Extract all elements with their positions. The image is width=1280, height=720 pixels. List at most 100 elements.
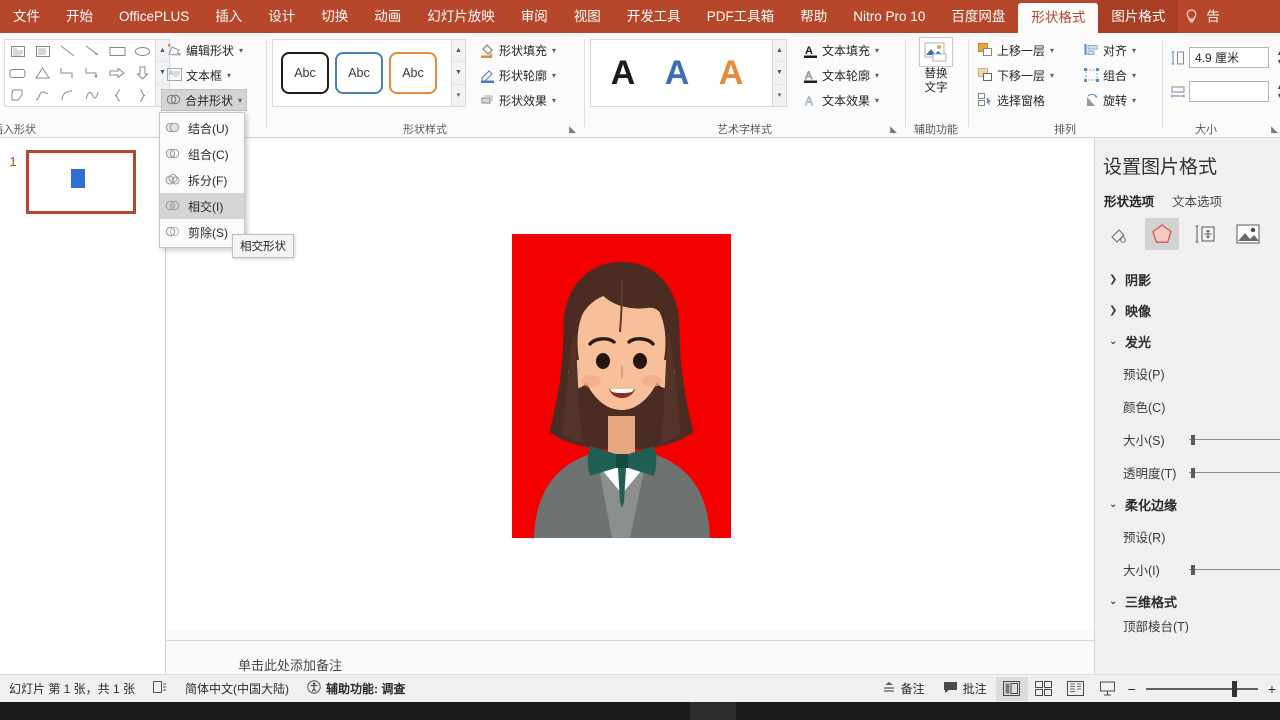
shape-height-spinner[interactable]: ▲▼	[1273, 47, 1280, 68]
shape-width-spinner[interactable]: ▲▼	[1273, 81, 1280, 102]
shape-triangle-icon[interactable]	[30, 62, 55, 84]
selection-pane-button[interactable]: 选择窗格	[974, 89, 1049, 111]
ribbon-tab-developer[interactable]: 开发工具	[614, 0, 694, 33]
merge-shapes-dropdown[interactable]: 结合(U) 组合(C) 拆分(F) 相交(I) 剪除(S)	[159, 112, 245, 248]
group-button[interactable]: 组合 ▾	[1080, 64, 1140, 86]
shape-textbox-icon[interactable]	[5, 40, 30, 62]
wordart-style-scroll[interactable]: ▲ ▼ ▾	[773, 39, 787, 107]
shape-down-arrow-icon[interactable]	[130, 62, 155, 84]
ribbon-tab-pdf-toolbox[interactable]: PDF工具箱	[694, 0, 788, 33]
wordart-style-gallery[interactable]: A A A	[590, 39, 773, 107]
chevron-down-icon[interactable]: ▾	[238, 96, 242, 105]
merge-shapes-button[interactable]: 合并形状 ▾	[161, 89, 247, 111]
shape-arrow-icon[interactable]	[80, 40, 105, 62]
ribbon-tab-officeplus[interactable]: OfficePLUS	[106, 0, 202, 33]
picture-icon[interactable]	[1231, 218, 1265, 250]
text-fill-button[interactable]: A 文本填充 ▾	[799, 39, 883, 61]
slider-knob[interactable]	[1191, 565, 1195, 575]
shape-width-input[interactable]	[1189, 81, 1269, 102]
chevron-down-icon[interactable]: ▾	[875, 96, 879, 105]
chevron-down-icon[interactable]: ⌄	[1109, 596, 1117, 607]
taskbar-item[interactable]	[690, 702, 736, 720]
shape-vertical-textbox-icon[interactable]	[30, 40, 55, 62]
shape-style-thumb[interactable]: Abc	[281, 52, 329, 94]
wordart-style-thumb[interactable]: A	[707, 50, 755, 96]
rotate-button[interactable]: 旋转 ▾	[1080, 89, 1140, 111]
notes-placeholder[interactable]: 单击此处添加备注	[238, 655, 342, 674]
gallery-more-icon[interactable]: ▾	[452, 85, 465, 106]
slide-thumbnail-1[interactable]	[26, 150, 136, 214]
shape-line-icon[interactable]	[55, 40, 80, 62]
normal-view-icon[interactable]	[996, 677, 1028, 701]
panel-tab-text-options[interactable]: 文本选项	[1172, 191, 1222, 210]
glow-transparency-slider[interactable]	[1189, 466, 1280, 480]
shape-style-thumb[interactable]: Abc	[389, 52, 437, 94]
ribbon-tab-file[interactable]: 文件	[0, 0, 53, 33]
chevron-down-icon[interactable]: ▾	[1132, 46, 1136, 55]
shape-freeform-icon[interactable]	[5, 84, 30, 106]
alt-text-button[interactable]: 替换 文字	[907, 37, 965, 95]
section-shadow[interactable]: ❯ 阴影	[1095, 264, 1280, 295]
notes-button[interactable]: 备注	[873, 680, 934, 697]
shape-oval-icon[interactable]	[130, 40, 155, 62]
chevron-down-icon[interactable]: ▾	[1050, 46, 1054, 55]
accessibility-item[interactable]: 辅助功能: 调查	[298, 680, 414, 697]
zoom-in-button[interactable]: +	[1264, 681, 1280, 697]
shape-elbow-connector-icon[interactable]	[55, 62, 80, 84]
wordart-styles-dialog-launcher[interactable]: ◣	[890, 124, 897, 135]
shape-style-gallery[interactable]: Abc Abc Abc	[272, 39, 452, 107]
ribbon-tab-shape-format[interactable]: 形状格式	[1018, 3, 1098, 33]
chevron-down-icon[interactable]: ▾	[875, 46, 879, 55]
lightbulb-icon[interactable]	[1178, 0, 1204, 33]
chevron-down-icon[interactable]: ▾	[552, 96, 556, 105]
shape-gallery[interactable]	[4, 39, 156, 107]
soft-edges-size-row[interactable]: 大小(I)	[1095, 553, 1280, 586]
merge-intersect-item[interactable]: 相交(I)	[160, 193, 244, 219]
chevron-down-icon[interactable]: ▾	[239, 46, 243, 55]
section-reflection[interactable]: ❯ 映像	[1095, 295, 1280, 326]
slide-canvas[interactable]	[168, 140, 1156, 630]
slideshow-view-icon[interactable]	[1092, 677, 1124, 701]
ribbon-tab-baidu-netdisk[interactable]: 百度网盘	[938, 0, 1018, 33]
shape-fill-button[interactable]: 形状填充 ▾	[476, 39, 560, 61]
zoom-out-button[interactable]: −	[1124, 681, 1140, 697]
ribbon-tab-review[interactable]: 审阅	[508, 0, 561, 33]
reading-view-icon[interactable]	[1060, 677, 1092, 701]
glow-size-slider[interactable]	[1189, 433, 1280, 447]
size-dialog-launcher[interactable]: ◣	[1271, 124, 1278, 135]
chevron-right-icon[interactable]: ❯	[1109, 274, 1117, 285]
gallery-scroll-up-icon[interactable]: ▲	[773, 40, 786, 62]
glow-preset-row[interactable]: 预设(P)	[1095, 357, 1280, 390]
ribbon-tab-transitions[interactable]: 切换	[308, 0, 361, 33]
wordart-style-thumb[interactable]: A	[653, 50, 701, 96]
ribbon-tab-design[interactable]: 设计	[255, 0, 308, 33]
merge-union-item[interactable]: 结合(U)	[160, 115, 244, 141]
shape-rounded-rectangle-icon[interactable]	[5, 62, 30, 84]
language-item[interactable]: 简体中文(中国大陆)	[176, 680, 298, 697]
size-properties-icon[interactable]	[1188, 218, 1222, 250]
chevron-down-icon[interactable]: ⌄	[1109, 336, 1117, 347]
ribbon-tab-home[interactable]: 开始	[53, 0, 106, 33]
text-effects-button[interactable]: A 文本效果 ▾	[799, 89, 883, 111]
ribbon-tab-picture-format[interactable]: 图片格式	[1098, 0, 1178, 33]
shape-height-input[interactable]: 4.9 厘米	[1189, 47, 1269, 68]
slide-count-item[interactable]: 幻灯片 第 1 张，共 1 张	[0, 680, 144, 697]
zoom-knob[interactable]	[1232, 681, 1237, 697]
tell-me-label[interactable]: 告	[1204, 0, 1222, 33]
chevron-down-icon[interactable]: ▾	[1132, 71, 1136, 80]
shape-effects-button[interactable]: 形状效果 ▾	[476, 89, 560, 111]
text-outline-button[interactable]: A 文本轮廓 ▾	[799, 64, 883, 86]
slide-sorter-view-icon[interactable]	[1028, 677, 1060, 701]
ribbon-tab-insert[interactable]: 插入	[202, 0, 255, 33]
shape-style-thumb[interactable]: Abc	[335, 52, 383, 94]
ribbon-tab-help[interactable]: 帮助	[787, 0, 840, 33]
glow-size-row[interactable]: 大小(S)	[1095, 423, 1280, 456]
effects-pentagon-icon[interactable]	[1145, 218, 1179, 250]
slide-layout-item[interactable]	[144, 681, 176, 697]
shape-arc-icon[interactable]	[80, 84, 105, 106]
chevron-down-icon[interactable]: ▾	[1050, 71, 1054, 80]
shape-outline-button[interactable]: 形状轮廓 ▾	[476, 64, 560, 86]
id-photo-image[interactable]	[512, 234, 731, 538]
chevron-down-icon[interactable]: ▾	[875, 71, 879, 80]
zoom-slider[interactable]	[1146, 679, 1258, 699]
